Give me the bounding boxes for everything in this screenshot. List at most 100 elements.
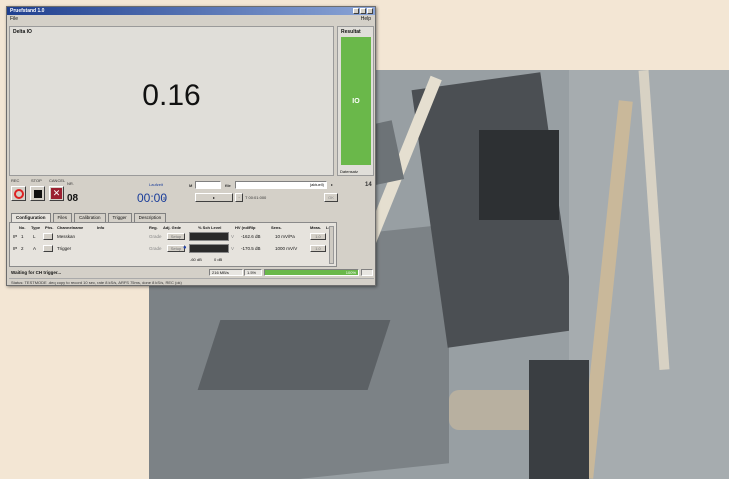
result-panel: Resultat IO Datensatz (337, 26, 374, 176)
config-header: No. Type Phs. Channelname Info Reg. Adj.… (13, 225, 334, 231)
row-no: 1 (21, 234, 24, 239)
col-adj: Adj. Grde (163, 225, 182, 230)
scale-right-label: 0 dB (214, 257, 223, 262)
maximize-button[interactable] (360, 8, 366, 14)
tab-trigger[interactable]: Trigger (107, 213, 132, 222)
row-reg: Grade (149, 246, 162, 251)
minimize-button[interactable] (353, 8, 359, 14)
col-no: No. (19, 225, 26, 230)
stop-button[interactable] (30, 186, 45, 201)
record-count: 08 (67, 193, 79, 204)
play-button[interactable]: ▸ (195, 193, 233, 202)
col-channelname: Channelname (57, 225, 84, 230)
row-flag: IP (13, 234, 18, 239)
row-type: L (33, 234, 36, 239)
photo-clamp (197, 320, 391, 390)
row-no: 2 (21, 246, 24, 251)
status-end-box (361, 269, 373, 276)
col-meas: Meas. (310, 225, 322, 230)
file-field-value: (aktuell) (309, 182, 324, 187)
result-footer: Datensatz (340, 169, 359, 174)
row-channelname[interactable]: Messkan (57, 234, 75, 239)
progress-bar: 100% (264, 269, 359, 276)
stop-label: STOP (31, 178, 42, 183)
phase-button[interactable] (43, 233, 53, 240)
photo-post (529, 360, 589, 479)
row-level: -170.5 dB (241, 246, 261, 251)
window-controls (353, 8, 373, 14)
col-hv: HV (nd/Rlp (235, 225, 256, 230)
cancel-button[interactable]: ✕ (49, 186, 64, 201)
level-meter (189, 244, 229, 253)
file-browse-icon[interactable]: ▸ (331, 182, 333, 187)
n-field[interactable] (195, 181, 221, 189)
phase-button[interactable] (43, 245, 53, 252)
delta-display: Delta IO 0.16 (9, 26, 334, 176)
close-button[interactable] (367, 8, 373, 14)
meter-unit: V (231, 246, 235, 251)
photo-shadow (479, 130, 559, 220)
menu-bar: File Help (7, 15, 375, 24)
row-level: -162.6 dB (241, 234, 261, 239)
transport-bar: REC STOP CANCEL NR. ✕ 08 Laufzeit 00:00 … (9, 178, 374, 212)
tab-description[interactable]: Description (133, 213, 167, 222)
tab-calibration[interactable]: Calibration (74, 213, 106, 222)
title-bar: Pruefstand 1.0 (7, 7, 375, 15)
file-label: file (225, 183, 231, 188)
memory-readout: 216 MB/s (209, 269, 243, 276)
app-window: Pruefstand 1.0 File Help Delta IO 0.16 R… (6, 6, 376, 286)
meas-button[interactable]: 1.0 (310, 245, 326, 252)
record-icon (13, 188, 24, 199)
row-flag: IP (13, 246, 18, 251)
rec-label: REC (11, 178, 20, 183)
channel-count: 14 (365, 182, 372, 188)
ok-button[interactable]: OK (324, 193, 338, 202)
result-indicator: IO (341, 37, 371, 165)
display-title: Delta IO (13, 29, 32, 35)
status-footer: Status: TESTMODE .deq copy to record 10 … (9, 278, 374, 285)
scale-left-label: -60 dB (190, 257, 202, 262)
timer-unit: s (163, 196, 166, 202)
cancel-label: CANCEL (49, 178, 66, 183)
row-sens: 1000 mV/V (275, 246, 298, 251)
count-label: NR. (67, 181, 74, 186)
col-sens: Sens. (271, 225, 282, 230)
pin-button[interactable]: · (235, 193, 243, 202)
meas-button[interactable]: 1.0 (310, 233, 326, 240)
menu-file[interactable]: File (10, 15, 18, 24)
col-phs: Phs. (45, 225, 54, 230)
tab-files[interactable]: Files (52, 213, 73, 222)
time-readout: T 00:01:000 (245, 195, 267, 200)
timer-label: Laufzeit (149, 182, 164, 187)
status-message: Waiting for CH trigger... (11, 270, 62, 275)
status-line: Waiting for CH trigger... 216 MB/s 1.5% … (9, 269, 374, 277)
record-button[interactable] (11, 186, 26, 201)
cancel-x-icon: ✕ (51, 188, 62, 199)
col-type: Type (31, 225, 41, 230)
channel-row[interactable]: IP 1 L Messkan Grade Setup V -162.6 dB 1… (13, 232, 333, 243)
menu-help[interactable]: Help (361, 15, 371, 24)
measured-value: 0.16 (142, 79, 201, 112)
level-meter (189, 232, 229, 241)
tab-configuration[interactable]: Configuration (11, 213, 51, 222)
col-reg: Reg. (149, 225, 158, 230)
channel-row[interactable]: IP 2 A Trigger Grade Setup ● V -170.5 dB… (13, 244, 333, 255)
configuration-panel: No. Type Phs. Channelname Info Reg. Adj.… (9, 222, 337, 267)
active-dot-icon: ● (183, 245, 187, 251)
n-label: M (189, 183, 193, 188)
col-info: Info (97, 225, 105, 230)
result-status: IO (352, 97, 360, 105)
row-sens: 10 mV/Pa (275, 234, 295, 239)
row-channelname[interactable]: Trigger (57, 246, 71, 251)
row-reg: Grade (149, 234, 162, 239)
panel-scrollbar[interactable] (329, 226, 334, 264)
setup-button[interactable]: Setup (167, 233, 185, 240)
percent-readout: 1.5% (244, 269, 262, 276)
row-type: A (33, 246, 37, 251)
file-field[interactable]: (aktuell) (235, 181, 327, 189)
result-title: Resultat (341, 29, 361, 35)
window-title: Pruefstand 1.0 (10, 8, 45, 14)
col-level: % Sch Level (198, 225, 222, 230)
stop-icon (33, 189, 42, 198)
meter-unit: V (231, 234, 235, 239)
